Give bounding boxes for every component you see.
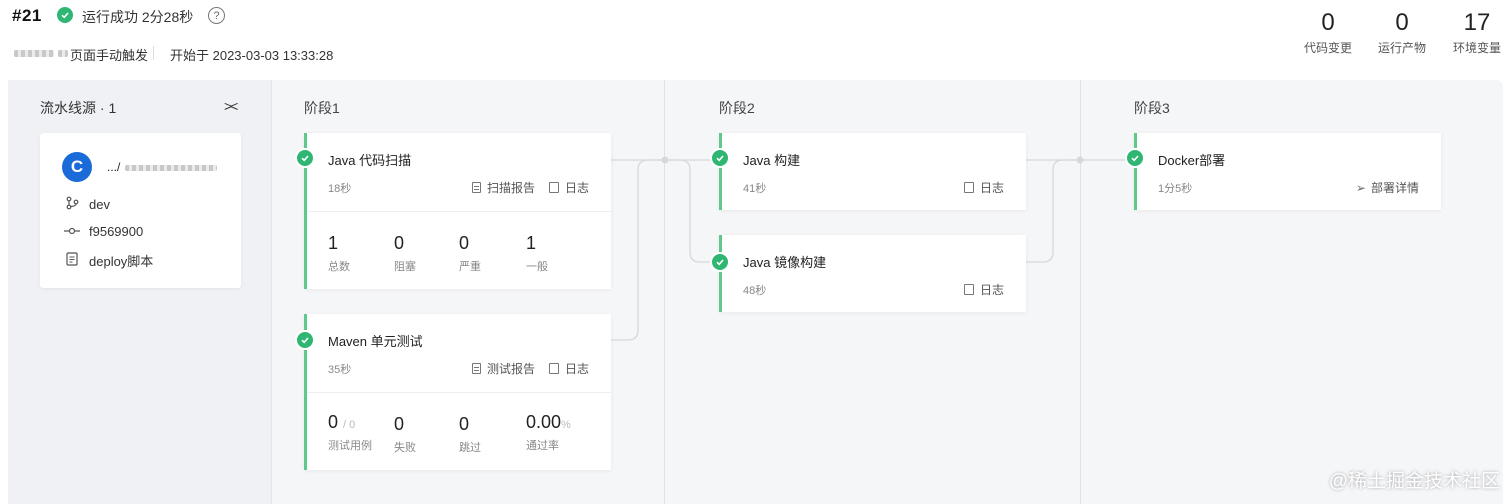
job-duration: 41秒 [743, 183, 767, 195]
job-divider [307, 211, 611, 212]
job-divider [307, 392, 611, 393]
job-card-docker-deploy[interactable]: Docker部署 1分5秒 ➢ 部署详情 [1134, 133, 1441, 210]
stage-title-2: 阶段2 [719, 100, 755, 116]
metric-failed: 0 失败 [394, 414, 416, 454]
job-success-check-icon [1125, 148, 1145, 168]
metric-blocker: 0 阻塞 [394, 233, 416, 273]
job-success-check-icon [710, 148, 730, 168]
test-report-link[interactable]: 测试报告 [471, 360, 535, 377]
metric-skipped: 0 跳过 [459, 414, 481, 454]
job-name: Java 构建 [743, 153, 801, 168]
job-name: Docker部署 [1158, 153, 1226, 168]
send-icon: ➢ [1355, 180, 1366, 195]
job-duration: 35秒 [328, 364, 352, 376]
log-icon [548, 182, 559, 193]
job-card-java-image-build[interactable]: Java 镜像构建 48秒 日志 [719, 235, 1026, 312]
job-card-maven-test[interactable]: Maven 单元测试 35秒 测试报告 日志 0 / 0 测试用例 0 失败 0… [304, 314, 611, 470]
log-link[interactable]: 日志 [548, 179, 589, 196]
watermark: @稀土掘金技术社区 [1328, 471, 1500, 492]
stage-title-1: 阶段1 [304, 100, 340, 116]
job-name: Java 镜像构建 [743, 255, 827, 270]
scan-report-link[interactable]: 扫描报告 [471, 179, 535, 196]
job-success-check-icon [710, 252, 730, 272]
report-icon [471, 182, 481, 193]
job-duration: 48秒 [743, 285, 767, 297]
job-success-check-icon [295, 148, 315, 168]
log-link[interactable]: 日志 [963, 281, 1004, 298]
metric-critical: 0 严重 [459, 233, 481, 273]
log-icon [963, 182, 974, 193]
job-success-check-icon [295, 330, 315, 350]
log-link[interactable]: 日志 [548, 360, 589, 377]
job-duration: 1分5秒 [1158, 183, 1193, 195]
log-link[interactable]: 日志 [963, 179, 1004, 196]
job-card-java-build[interactable]: Java 构建 41秒 日志 [719, 133, 1026, 210]
deploy-details-link[interactable]: ➢ 部署详情 [1356, 179, 1419, 196]
log-icon [548, 363, 559, 374]
metric-normal: 1 一般 [526, 233, 548, 273]
job-duration: 18秒 [328, 183, 352, 195]
stage-title-3: 阶段3 [1134, 100, 1170, 116]
metric-pass-rate: 0.00% 通过率 [526, 412, 571, 452]
job-card-java-scan[interactable]: Java 代码扫描 18秒 扫描报告 日志 1 总数 0 阻塞 0 严重 1 一… [304, 133, 611, 289]
metric-test-cases: 0 / 0 测试用例 [328, 412, 372, 452]
job-name: Maven 单元测试 [328, 334, 423, 349]
metric-total: 1 总数 [328, 233, 350, 273]
log-icon [963, 284, 974, 295]
job-name: Java 代码扫描 [328, 153, 412, 168]
report-icon [471, 363, 481, 374]
